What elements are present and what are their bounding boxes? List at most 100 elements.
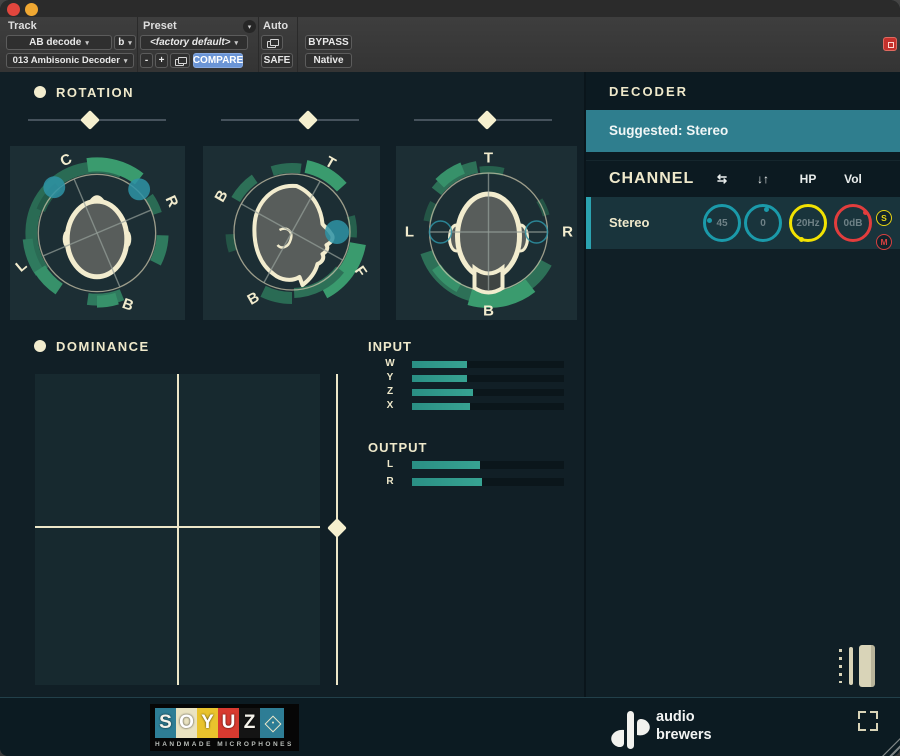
output-meter-r: R <box>368 477 564 487</box>
channel-accent-bar <box>586 197 591 249</box>
channel-row-stereo[interactable]: Stereo 45 0 20Hz 0dB SM <box>586 197 900 249</box>
toolbar-divider <box>258 17 259 72</box>
audio-brewers-wordmark: audio brewers <box>656 708 712 744</box>
head-axis-label: R <box>162 193 181 210</box>
channel-header-label: CHANNEL <box>609 170 694 188</box>
knob-indicator-dot <box>863 210 868 215</box>
track-section-label: Track <box>8 20 37 32</box>
head-axis-label: B <box>212 187 232 205</box>
rotation-slider-yaw[interactable] <box>28 119 166 121</box>
knob-value: 45 <box>716 218 727 229</box>
output-meters-label: OUTPUT <box>368 440 427 455</box>
toolbar-divider <box>137 17 138 72</box>
soyuz-letter-tile: Z <box>239 708 260 738</box>
meter-channel-label: Y <box>368 373 412 383</box>
panel-toggle-button[interactable] <box>839 644 885 686</box>
chevron-down-icon: ▾ <box>128 39 132 47</box>
meter-channel-label: R <box>368 477 412 487</box>
decoder-panel: DECODER Suggested: Stereo CHANNEL ⇆↓↑HPV… <box>586 72 900 697</box>
librarian-menu-button[interactable] <box>170 53 190 68</box>
preset-select[interactable]: <factory default>▾ <box>140 35 248 50</box>
compare-button[interactable]: COMPARE <box>193 53 243 68</box>
native-button[interactable]: Native <box>305 53 352 68</box>
meter-fill <box>412 478 482 486</box>
track-select[interactable]: AB decode▾ <box>6 35 112 50</box>
knob-hp[interactable]: 20Hz <box>789 204 827 242</box>
meter-channel-label: W <box>368 359 412 369</box>
meter-track <box>412 361 564 368</box>
head-axis-label: B <box>245 289 263 309</box>
channel-name: Stereo <box>609 215 649 230</box>
meter-fill <box>412 461 480 469</box>
soyuz-letter-tiles: SOYUZ <box>155 708 294 738</box>
minimize-window-button[interactable] <box>25 3 38 16</box>
output-meter-l: L <box>368 460 564 470</box>
head-axis-label: T <box>484 150 493 167</box>
safe-button[interactable]: SAFE <box>261 53 293 68</box>
dominance-enable-dot[interactable] <box>34 340 46 352</box>
dominance-xy-pad[interactable] <box>35 374 320 685</box>
plugin-header-toolbar: Track Preset ▾ Auto AB decode▾ b▾ <facto… <box>0 17 900 73</box>
slider-handle[interactable] <box>327 518 347 538</box>
dominance-z-slider[interactable] <box>336 374 338 685</box>
knob-value: 0dB <box>844 218 863 229</box>
auto-section-label: Auto <box>263 20 288 32</box>
footer-bar: SOYUZ HANDMADE MICROPHONES audio brewers <box>0 697 900 756</box>
preset-decrement-button[interactable]: - <box>140 53 153 68</box>
slider-handle[interactable] <box>298 110 318 130</box>
fullscreen-button[interactable] <box>858 711 878 731</box>
slider-handle[interactable] <box>477 110 497 130</box>
direction-dot <box>128 178 150 200</box>
panel-toggle-rect-icon <box>859 645 875 687</box>
head-axis-label: B <box>483 303 494 320</box>
mute-button[interactable]: M <box>876 234 892 250</box>
target-button[interactable] <box>883 37 897 51</box>
preset-section-label: Preset <box>143 20 177 32</box>
meter-track <box>412 478 564 486</box>
dominance-cross-vertical <box>177 374 179 685</box>
panel-toggle-dots-icon <box>839 649 842 683</box>
output-meters: L R <box>368 460 564 494</box>
rotation-slider-pitch[interactable] <box>221 119 359 121</box>
rotation-display-side-view[interactable]: TBBF <box>203 146 380 320</box>
input-meter-x: X <box>368 401 564 411</box>
output-select[interactable]: b▾ <box>114 35 136 50</box>
bypass-button[interactable]: BYPASS <box>305 35 352 50</box>
panel-toggle-bar-icon <box>849 647 853 685</box>
soyuz-letter-tile: O <box>176 708 197 738</box>
rotation-slider-roll[interactable] <box>414 119 552 121</box>
rotation-display-top-view[interactable]: CRBL <box>10 146 185 320</box>
meter-fill <box>412 389 473 396</box>
toolbar-divider <box>297 17 298 72</box>
plugin-body: ROTATION CRBL <box>0 72 900 697</box>
suggested-format-banner[interactable]: Suggested: Stereo <box>586 110 900 152</box>
chevron-down-icon: ▾ <box>235 39 239 47</box>
slider-handle[interactable] <box>80 110 100 130</box>
window-resize-handle[interactable] <box>882 738 900 756</box>
rotation-display-back-view[interactable]: TRBL <box>396 146 577 320</box>
input-meter-y: Y <box>368 373 564 383</box>
knob-pan-swap[interactable]: 45 <box>703 204 741 242</box>
channel-table-header: CHANNEL ⇆↓↑HPVol <box>586 160 900 198</box>
meter-track <box>412 375 564 382</box>
head-top-view-silhouette <box>63 197 132 277</box>
preset-increment-button[interactable]: + <box>155 53 168 68</box>
knob-indicator-dot <box>764 207 769 212</box>
knob-value: 20Hz <box>796 218 819 229</box>
auto-enable-button[interactable] <box>261 35 283 50</box>
soyuz-tagline: HANDMADE MICROPHONES <box>155 741 294 748</box>
input-meter-z: Z <box>368 387 564 397</box>
soyuz-letter-tile: S <box>155 708 176 738</box>
input-meters-label: INPUT <box>368 339 412 354</box>
plugin-select[interactable]: 013 Ambisonic Decoder▾ <box>6 53 134 68</box>
close-window-button[interactable] <box>7 3 20 16</box>
preset-menu-icon[interactable]: ▾ <box>243 20 256 33</box>
column-header-elevation: ↓↑ <box>757 172 769 186</box>
rotation-enable-dot[interactable] <box>34 86 46 98</box>
solo-button[interactable]: S <box>876 210 892 226</box>
meter-track <box>412 403 564 410</box>
knob-elevation[interactable]: 0 <box>744 204 782 242</box>
knob-vol[interactable]: 0dB <box>834 204 872 242</box>
meter-fill <box>412 361 467 368</box>
head-side-view-silhouette <box>254 186 332 285</box>
